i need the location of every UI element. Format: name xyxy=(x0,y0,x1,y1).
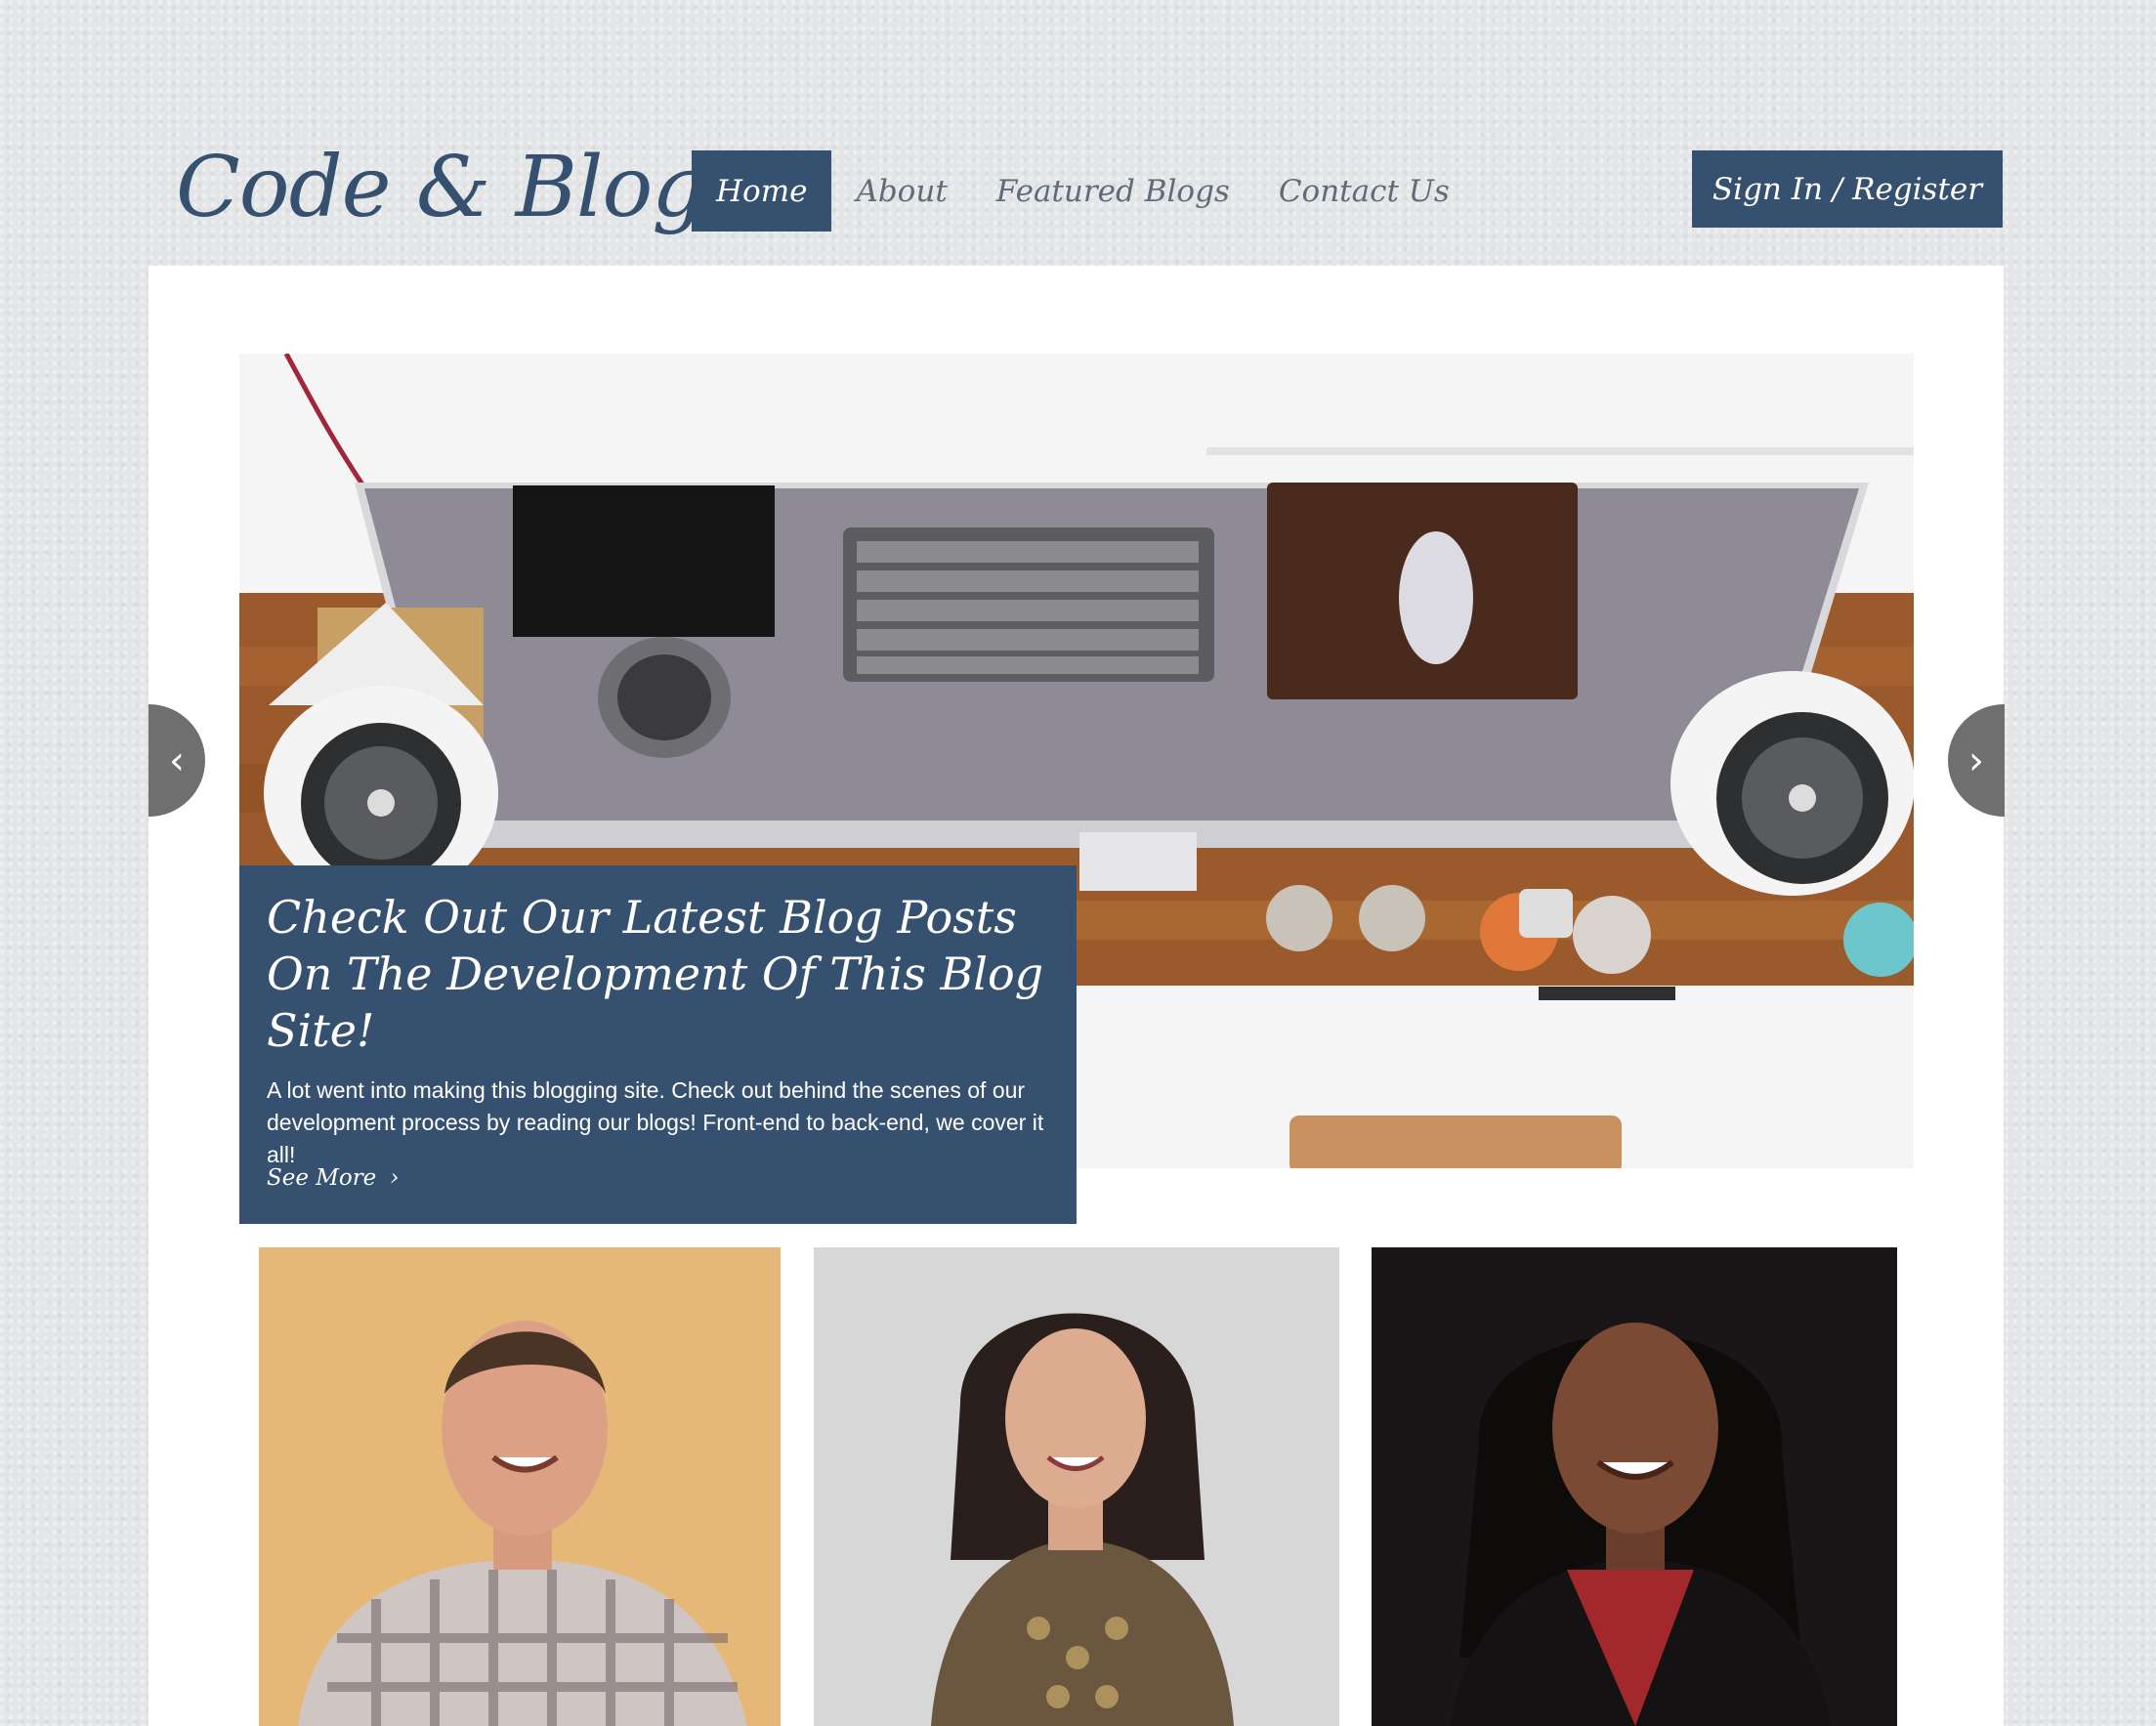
see-more-link[interactable]: See More › xyxy=(267,1165,400,1191)
chevron-left-icon: ‹ xyxy=(169,737,185,783)
profile-photo-2[interactable] xyxy=(814,1247,1339,1726)
profile-photo-1[interactable] xyxy=(259,1247,781,1726)
profile-photo-3[interactable] xyxy=(1372,1247,1897,1726)
see-more-label: See More xyxy=(267,1165,377,1191)
main-nav: Home About Featured Blogs Contact Us xyxy=(692,150,1474,232)
nav-featured-blogs[interactable]: Featured Blogs xyxy=(972,150,1254,232)
chevron-right-icon: › xyxy=(390,1165,400,1191)
chevron-right-icon: › xyxy=(1968,737,1984,783)
sign-in-register-button[interactable]: Sign In / Register xyxy=(1692,150,2003,228)
hero-caption: Check Out Our Latest Blog Posts On The D… xyxy=(239,865,1077,1224)
hero-title: Check Out Our Latest Blog Posts On The D… xyxy=(267,891,1044,1057)
nav-about[interactable]: About xyxy=(831,150,971,232)
hero-body: A lot went into making this blogging sit… xyxy=(267,1077,1044,1167)
nav-home[interactable]: Home xyxy=(692,150,832,232)
site-logo[interactable]: Code & Blog xyxy=(176,139,705,236)
nav-contact-us[interactable]: Contact Us xyxy=(1254,150,1474,232)
